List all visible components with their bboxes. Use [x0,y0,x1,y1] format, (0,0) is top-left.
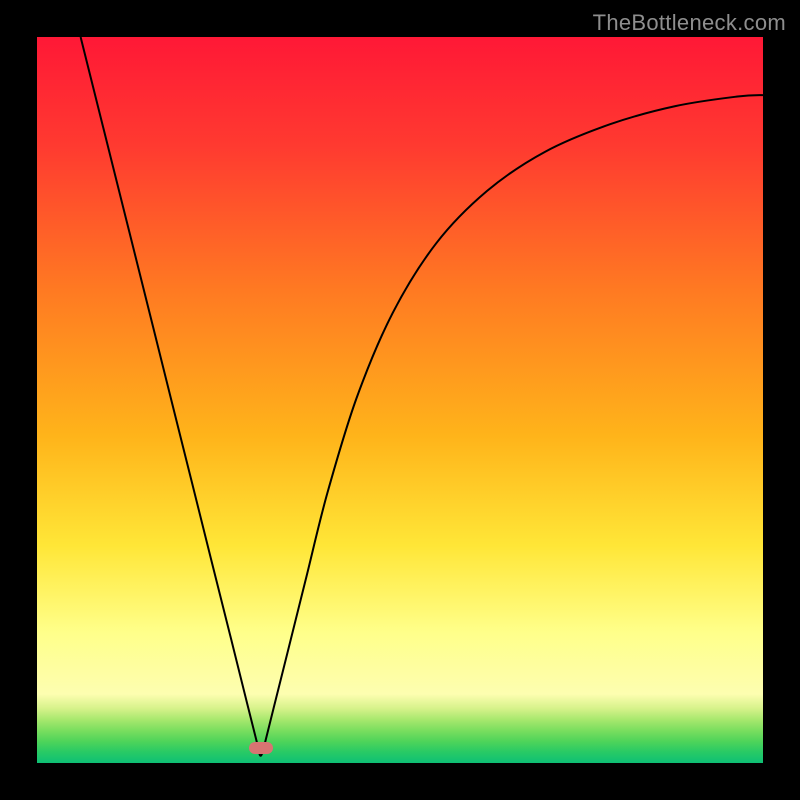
chart-frame: TheBottleneck.com [0,0,800,800]
plot-area [37,37,763,763]
watermark-text: TheBottleneck.com [593,10,786,36]
min-marker [249,742,273,754]
curve-path [81,37,763,756]
bottleneck-curve [37,37,763,763]
